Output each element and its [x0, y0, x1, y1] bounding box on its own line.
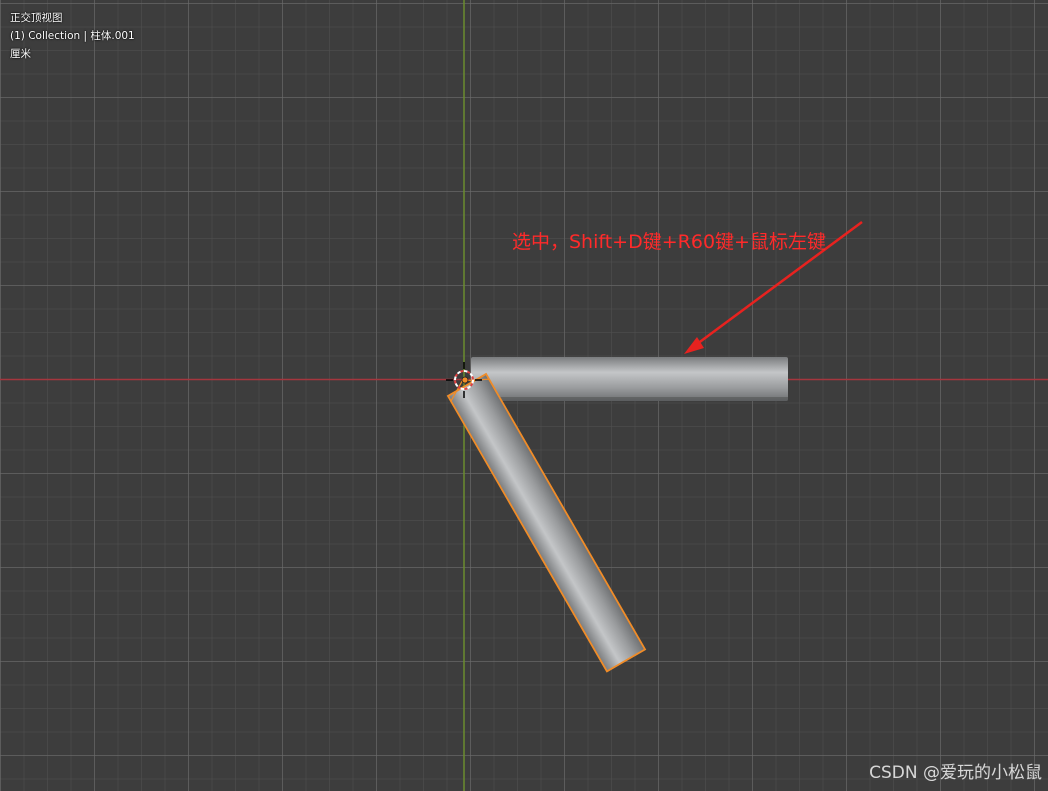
unit-label: 厘米 — [10, 48, 31, 60]
cylinder-duplicate-selected[interactable] — [445, 369, 647, 673]
view-name-label: 正交顶视图 — [10, 12, 63, 24]
instruction-annotation: 选中，Shift+D键+R60键+鼠标左键 — [512, 231, 826, 253]
origin-point-icon — [461, 376, 469, 384]
viewport-info-overlay: 正交顶视图 (1) Collection | 柱体.001 厘米 — [10, 9, 135, 63]
watermark: CSDN @爱玩的小松鼠 — [869, 763, 1042, 783]
collection-label: (1) Collection | 柱体.001 — [10, 30, 135, 42]
cylinder-original[interactable] — [471, 357, 788, 401]
scene-canvas[interactable] — [0, 0, 1048, 791]
